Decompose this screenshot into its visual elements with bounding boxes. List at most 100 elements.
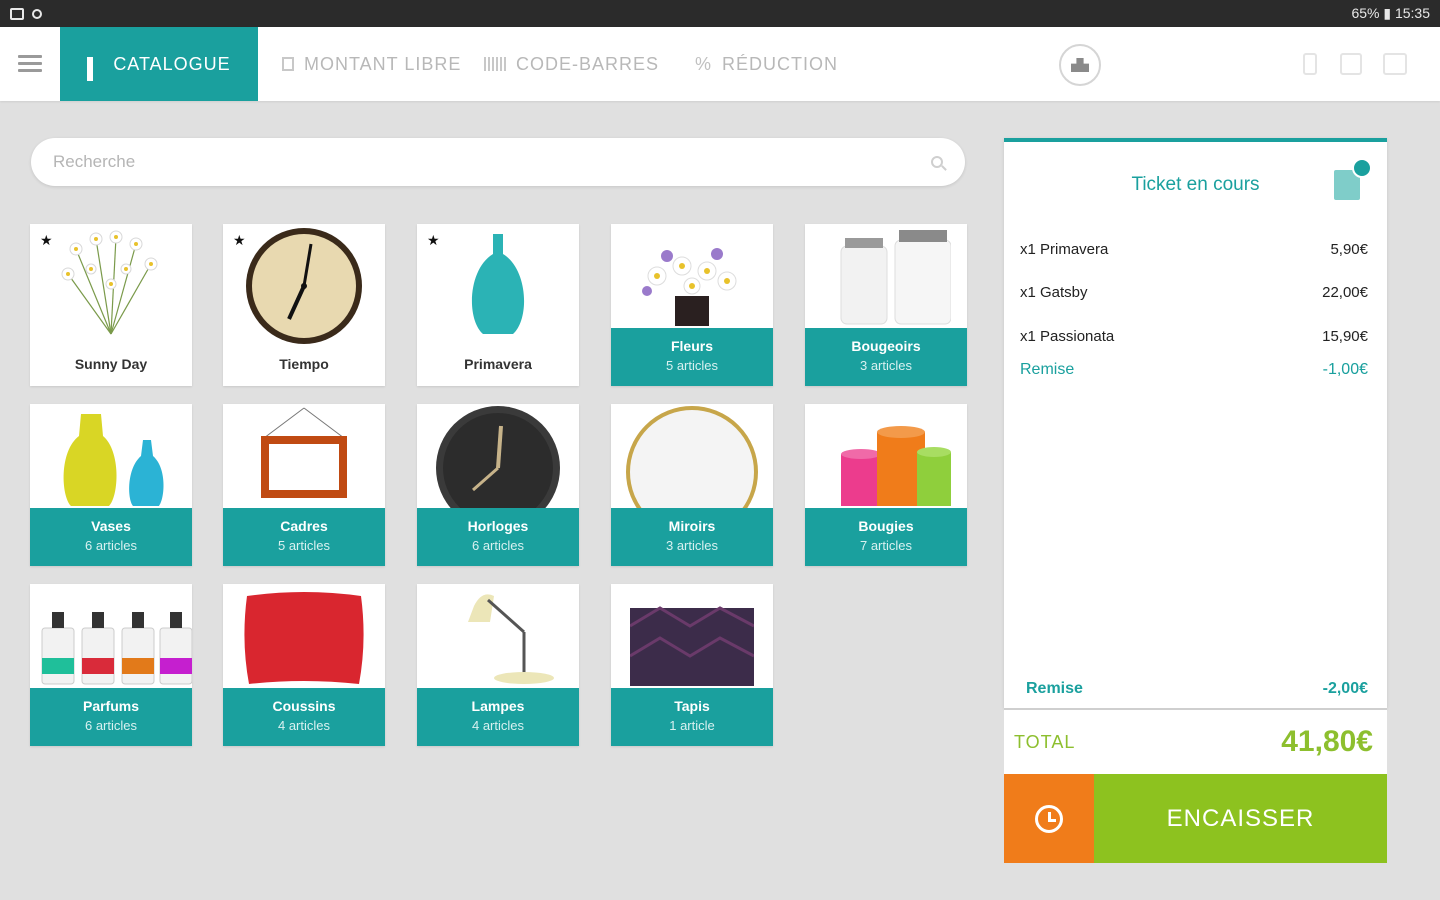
ticket-total: TOTAL 41,80€: [1004, 708, 1387, 774]
tab-montant-libre[interactable]: MONTANT LIBRE: [282, 27, 461, 101]
tab-code-barres[interactable]: CODE-BARRES: [484, 27, 659, 101]
barcode-icon: [484, 57, 506, 71]
sync-button[interactable]: [1059, 44, 1101, 86]
category-band: Vases 6 articles: [30, 508, 192, 566]
category-name: Cadres: [280, 518, 328, 534]
hamburger-menu-icon[interactable]: [18, 55, 42, 73]
ticket-line-discount[interactable]: Remise -1,00€: [1020, 361, 1368, 379]
ticket-line[interactable]: x1 Gatsby 22,00€: [1020, 284, 1368, 301]
category-band: Lampes 4 articles: [417, 688, 579, 746]
ticket-line-price: 22,00€: [1322, 284, 1368, 301]
notification-icon: [32, 8, 42, 19]
product-tile-tiempo[interactable]: ★ Tiempo: [223, 224, 385, 386]
category-band: Cadres 5 articles: [223, 508, 385, 566]
ticket-line[interactable]: x1 Primavera 5,90€: [1020, 241, 1368, 258]
category-tile-cadres[interactable]: Cadres 5 articles: [223, 404, 385, 566]
category-image: [223, 584, 385, 688]
category-band: Horloges 6 articles: [417, 508, 579, 566]
category-name: Parfums: [82, 698, 140, 714]
ticket-badge: [1352, 158, 1372, 178]
ticket-line-label: x1 Passionata: [1020, 328, 1115, 345]
category-band: Miroirs 3 articles: [611, 508, 773, 566]
category-tile-tapis[interactable]: Tapis 1 article: [611, 584, 773, 746]
category-tile-coussins[interactable]: Coussins 4 articles: [223, 584, 385, 746]
category-tile-fleurs[interactable]: Fleurs 5 articles: [611, 224, 773, 386]
encaisser-button[interactable]: ENCAISSER: [1094, 774, 1387, 863]
product-name: Primavera: [464, 356, 532, 372]
search-input[interactable]: [53, 152, 931, 172]
product-tile-primavera[interactable]: ★ Primavera: [417, 224, 579, 386]
category-tile-lampes[interactable]: Lampes 4 articles: [417, 584, 579, 746]
product-image: [417, 224, 579, 344]
category-count: 4 articles: [277, 718, 331, 733]
category-tile-parfums[interactable]: Parfums 6 articles: [30, 584, 192, 746]
status-bar-info: 65% ▮ 15:35: [1351, 5, 1430, 21]
discount-amount: -1,00€: [1322, 361, 1368, 378]
printer-icon[interactable]: [1383, 53, 1407, 75]
total-value: 41,80€: [1281, 725, 1373, 758]
category-tile-vases[interactable]: Vases 6 articles: [30, 404, 192, 566]
category-name: Tapis: [674, 698, 710, 714]
category-image: [611, 584, 773, 688]
category-count: 6 articles: [471, 538, 525, 553]
ticket-line-price: 5,90€: [1330, 241, 1368, 258]
category-name: Bougies: [858, 518, 914, 534]
category-name: Vases: [91, 518, 131, 534]
search-icon[interactable]: [931, 156, 943, 168]
category-count: 5 articles: [277, 538, 331, 553]
category-band: Coussins 4 articles: [223, 688, 385, 746]
tab-label: RÉDUCTION: [722, 53, 839, 74]
category-band: Fleurs 5 articles: [611, 328, 773, 386]
tab-label: CODE-BARRES: [516, 53, 660, 74]
park-ticket-button[interactable]: [1004, 774, 1094, 863]
category-tile-horloges[interactable]: Horloges 6 articles: [417, 404, 579, 566]
category-count: 1 article: [669, 718, 715, 733]
ticket-line-label: x1 Primavera: [1020, 241, 1109, 258]
top-bar: CATALOGUE MONTANT LIBRE CODE-BARRES % RÉ…: [0, 27, 1440, 101]
ticket-global-discount[interactable]: Remise -2,00€: [1026, 680, 1368, 698]
category-tile-miroirs[interactable]: Miroirs 3 articles: [611, 404, 773, 566]
category-count: 4 articles: [471, 718, 525, 733]
ticket-line-label: x1 Gatsby: [1020, 284, 1088, 301]
percent-icon: %: [695, 53, 713, 74]
ticket-line[interactable]: x1 Passionata 15,90€: [1020, 328, 1368, 345]
category-tile-bougeoirs[interactable]: Bougeoirs 3 articles: [805, 224, 967, 386]
tab-catalogue[interactable]: CATALOGUE: [60, 27, 258, 101]
search-bar: [31, 138, 965, 186]
category-image: [805, 224, 967, 328]
category-tile-bougies[interactable]: Bougies 7 articles: [805, 404, 967, 566]
category-image: [611, 224, 773, 328]
category-name: Coussins: [272, 698, 336, 714]
total-label: TOTAL: [1014, 731, 1076, 752]
clock-icon: [1035, 804, 1063, 833]
category-name: Fleurs: [670, 338, 713, 354]
product-image: [30, 224, 192, 344]
category-band: Parfums 6 articles: [30, 688, 192, 746]
category-band: Bougies 7 articles: [805, 508, 967, 566]
drawer-icon[interactable]: [1303, 53, 1317, 75]
category-count: 3 articles: [859, 358, 913, 373]
product-image: [223, 224, 385, 344]
global-discount-label: Remise: [1026, 680, 1083, 697]
category-name: Lampes: [471, 698, 525, 714]
category-count: 3 articles: [665, 538, 719, 553]
status-bar: 65% ▮ 15:35: [0, 0, 1440, 27]
category-band: Tapis 1 article: [611, 688, 773, 746]
category-name: Horloges: [467, 518, 529, 534]
category-band: Bougeoirs 3 articles: [805, 328, 967, 386]
category-image: [805, 404, 967, 508]
gallery-icon: [10, 7, 24, 20]
tab-reduction[interactable]: % RÉDUCTION: [695, 27, 838, 101]
document-icon: [282, 57, 294, 71]
category-name: Bougeoirs: [851, 338, 921, 354]
ticket-document-icon[interactable]: [1334, 158, 1372, 200]
ticket-title: Ticket en cours: [1131, 174, 1260, 195]
upload-icon: [1071, 58, 1089, 72]
ticket-line-price: 15,90€: [1322, 328, 1368, 345]
product-name: Sunny Day: [74, 356, 148, 372]
ticket-panel: Ticket en cours x1 Primavera 5,90€ x1 Ga…: [1004, 138, 1387, 708]
discount-label: Remise: [1020, 361, 1075, 378]
category-count: 6 articles: [84, 718, 138, 733]
product-tile-sunny-day[interactable]: ★ Sunny Day: [30, 224, 192, 386]
cash-register-icon[interactable]: [1340, 53, 1362, 75]
